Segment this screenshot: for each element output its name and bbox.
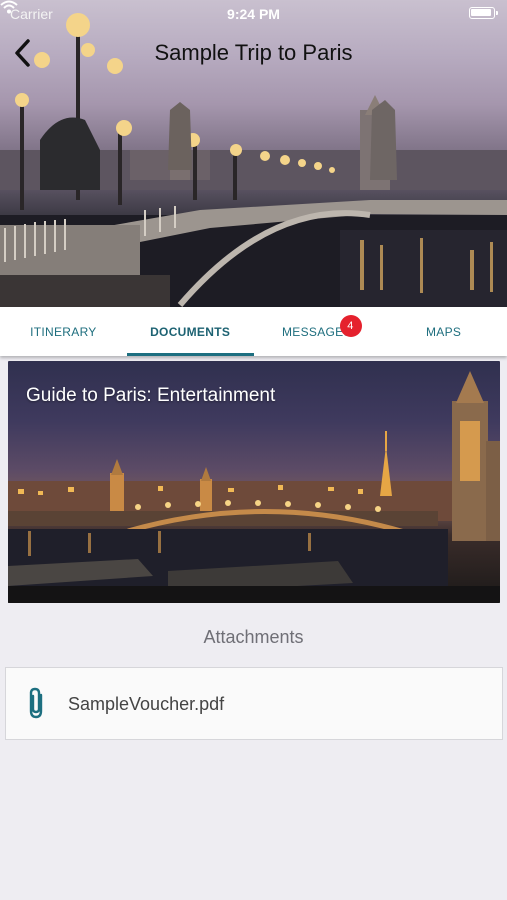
paperclip-icon	[29, 687, 43, 719]
tab-documents[interactable]: DOCUMENTS	[126, 307, 254, 356]
tab-bar: ITINERARY DOCUMENTS MESSAGES 4 MAPS	[0, 307, 507, 356]
status-time: 9:24 PM	[227, 6, 280, 22]
tab-label: ITINERARY	[30, 324, 97, 339]
battery-icon	[469, 7, 498, 19]
attachment-filename: SampleVoucher.pdf	[68, 694, 225, 714]
back-button[interactable]	[10, 36, 38, 70]
tab-itinerary[interactable]: ITINERARY	[0, 307, 127, 356]
tab-messages[interactable]: MESSAGES 4	[254, 307, 381, 356]
document-title: Guide to Paris: Entertainment	[26, 385, 276, 406]
document-card[interactable]: Guide to Paris: Entertainment	[8, 361, 500, 603]
attachments-heading: Attachments	[203, 627, 304, 647]
tab-label: MAPS	[426, 324, 462, 339]
tab-label: DOCUMENTS	[150, 324, 231, 339]
tab-maps[interactable]: MAPS	[380, 307, 507, 356]
page-title: Sample Trip to Paris	[154, 40, 353, 65]
trip-hero-image: Carrier 9:24 PM Sample Trip to Paris	[0, 0, 507, 307]
status-bar: Carrier 9:24 PM	[0, 0, 507, 28]
unread-badge: 4	[339, 315, 362, 337]
attachment-item[interactable]: SampleVoucher.pdf	[5, 667, 503, 740]
chevron-left-icon	[15, 39, 30, 67]
